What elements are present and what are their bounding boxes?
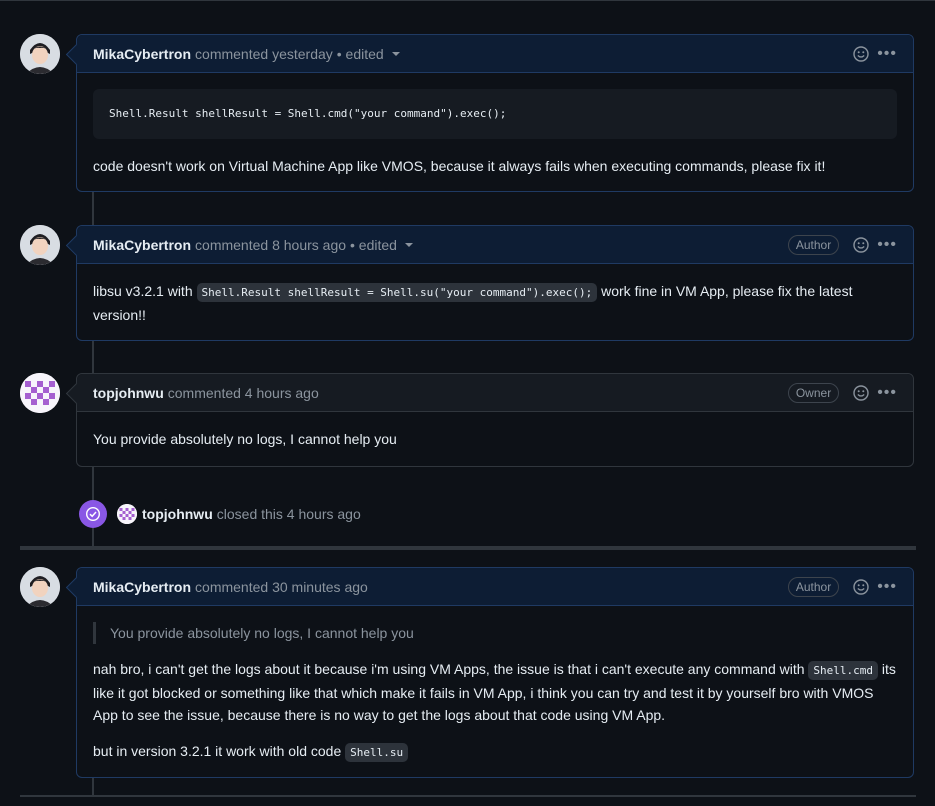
- edited-label[interactable]: • edited: [350, 237, 397, 253]
- chevron-down-icon[interactable]: [404, 242, 413, 247]
- edited-label[interactable]: • edited: [337, 46, 384, 62]
- event-author[interactable]: topjohnwu: [142, 506, 213, 522]
- closed-event: topjohnwu closed this 4 hours ago: [79, 500, 361, 528]
- event-action[interactable]: closed this 4 hours ago: [217, 506, 361, 522]
- timeline-line: [92, 466, 94, 500]
- kebab-horizontal-icon[interactable]: •••: [877, 236, 897, 252]
- kebab-horizontal-icon[interactable]: •••: [877, 45, 897, 61]
- comment-header: topjohnwu commented 4 hours ago Owner ••…: [77, 374, 913, 412]
- author-badge: Author: [787, 576, 840, 597]
- smiley-icon[interactable]: [853, 578, 869, 595]
- comment: MikaCybertron commented 8 hours ago • ed…: [65, 225, 914, 342]
- avatar[interactable]: [20, 373, 60, 413]
- comment: MikaCybertron commented yesterday • edit…: [65, 34, 914, 193]
- comment-text: code doesn't work on Virtual Machine App…: [93, 158, 826, 174]
- inline-code: Shell.cmd: [808, 661, 879, 680]
- bottom-divider: [20, 795, 916, 797]
- event-avatar[interactable]: [117, 504, 137, 524]
- comment-timestamp[interactable]: commented 30 minutes ago: [195, 579, 368, 595]
- comment-text: You provide absolutely no logs, I cannot…: [93, 431, 397, 447]
- comment-author[interactable]: MikaCybertron: [93, 579, 191, 595]
- timeline-line: [92, 340, 94, 373]
- text-segment: libsu v3.2.1 with: [93, 283, 197, 299]
- comment-body: libsu v3.2.1 with Shell.Result shellResu…: [77, 264, 913, 342]
- comment-author[interactable]: topjohnwu: [93, 385, 164, 401]
- comment-header: MikaCybertron commented yesterday • edit…: [77, 35, 913, 73]
- timeline-divider: [20, 546, 916, 550]
- smiley-icon[interactable]: [853, 384, 869, 401]
- comment-header: MikaCybertron commented 30 minutes ago A…: [77, 568, 913, 606]
- event-text: topjohnwu closed this 4 hours ago: [142, 506, 361, 522]
- quote: You provide absolutely no logs, I cannot…: [93, 622, 897, 644]
- avatar[interactable]: [20, 34, 60, 74]
- chevron-down-icon[interactable]: [391, 51, 400, 56]
- comment-text: libsu v3.2.1 with Shell.Result shellResu…: [93, 280, 897, 326]
- kebab-horizontal-icon[interactable]: •••: [877, 384, 897, 400]
- comment-body: You provide absolutely no logs, I cannot…: [77, 412, 913, 466]
- inline-code: Shell.su: [345, 743, 409, 762]
- comment: topjohnwu commented 4 hours ago Owner ••…: [65, 373, 914, 467]
- comment-text: but in version 3.2.1 it work with old co…: [93, 740, 897, 764]
- inline-code: Shell.Result shellResult = Shell.su("you…: [196, 283, 598, 302]
- avatar[interactable]: [20, 225, 60, 265]
- comment-timestamp[interactable]: commented yesterday: [195, 46, 333, 62]
- author-badge: Author: [787, 234, 840, 255]
- comment-body: Shell.Result shellResult = Shell.cmd("yo…: [77, 73, 913, 193]
- comment-timestamp[interactable]: commented 8 hours ago: [195, 237, 346, 253]
- avatar[interactable]: [20, 567, 60, 607]
- comment-author[interactable]: MikaCybertron: [93, 237, 191, 253]
- code-block: Shell.Result shellResult = Shell.cmd("yo…: [93, 89, 897, 139]
- comment: MikaCybertron commented 30 minutes ago A…: [65, 567, 914, 780]
- comment-author[interactable]: MikaCybertron: [93, 46, 191, 62]
- comment-body: You provide absolutely no logs, I cannot…: [77, 606, 913, 780]
- text-segment: but in version 3.2.1 it work with old co…: [93, 743, 346, 759]
- top-divider: [0, 0, 935, 1]
- smiley-icon[interactable]: [853, 236, 869, 253]
- comment-timestamp[interactable]: commented 4 hours ago: [168, 385, 319, 401]
- kebab-horizontal-icon[interactable]: •••: [877, 578, 897, 594]
- owner-badge: Owner: [787, 382, 840, 403]
- timeline-line: [92, 191, 94, 225]
- timeline-line: [92, 528, 94, 546]
- comment-text: nah bro, i can't get the logs about it b…: [93, 658, 897, 726]
- text-segment: nah bro, i can't get the logs about it b…: [93, 661, 809, 677]
- check-circle-icon: [79, 500, 107, 528]
- smiley-icon[interactable]: [853, 45, 869, 62]
- comment-header: MikaCybertron commented 8 hours ago • ed…: [77, 226, 913, 264]
